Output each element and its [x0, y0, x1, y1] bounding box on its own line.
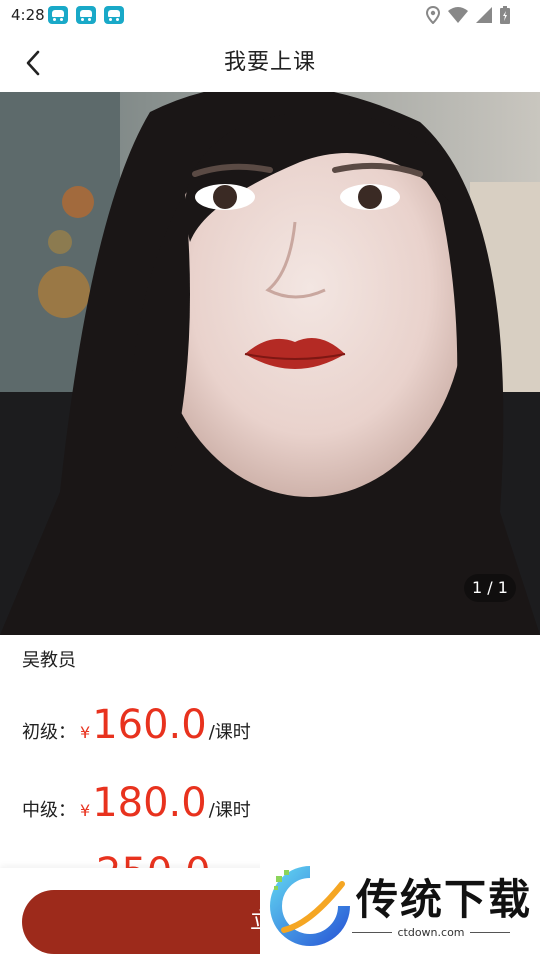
- car-app-icon: [76, 6, 96, 24]
- location-icon: [426, 6, 440, 24]
- currency-symbol: ¥: [80, 723, 91, 742]
- currency-symbol: ¥: [80, 801, 91, 820]
- price-row-intermediate: 中级： ¥ 180.0 /课时: [22, 780, 251, 830]
- car-app-icon: [104, 6, 124, 24]
- page-title: 我要上课: [223, 50, 316, 75]
- teacher-name: 吴教员: [22, 650, 76, 671]
- watermark-divider: [470, 932, 510, 933]
- watermark-logo-icon: [270, 866, 350, 946]
- status-time: 4:28: [11, 6, 45, 24]
- price-label: 初级：: [22, 722, 76, 743]
- price-row-beginner: 初级： ¥ 160.0 /课时: [22, 702, 251, 752]
- signal-icon: [476, 7, 492, 23]
- car-app-icon: [48, 6, 68, 24]
- watermark: 传统下载 ctdown.com: [260, 858, 540, 960]
- price-unit: /课时: [208, 800, 251, 821]
- watermark-text: 传统下载: [356, 875, 533, 924]
- nav-bar: 我要上课: [0, 32, 540, 92]
- system-icons: [426, 6, 510, 24]
- photo-counter: 1 / 1: [464, 574, 516, 602]
- status-bar: 4:28: [0, 0, 540, 32]
- price-unit: /课时: [208, 722, 251, 743]
- price-value: 180.0: [92, 780, 207, 826]
- wifi-icon: [448, 7, 468, 23]
- teacher-photo[interactable]: [0, 92, 540, 635]
- price-label: 中级：: [22, 800, 76, 821]
- notification-icons: [48, 6, 124, 24]
- price-value: 160.0: [92, 702, 207, 748]
- battery-icon: [500, 6, 510, 24]
